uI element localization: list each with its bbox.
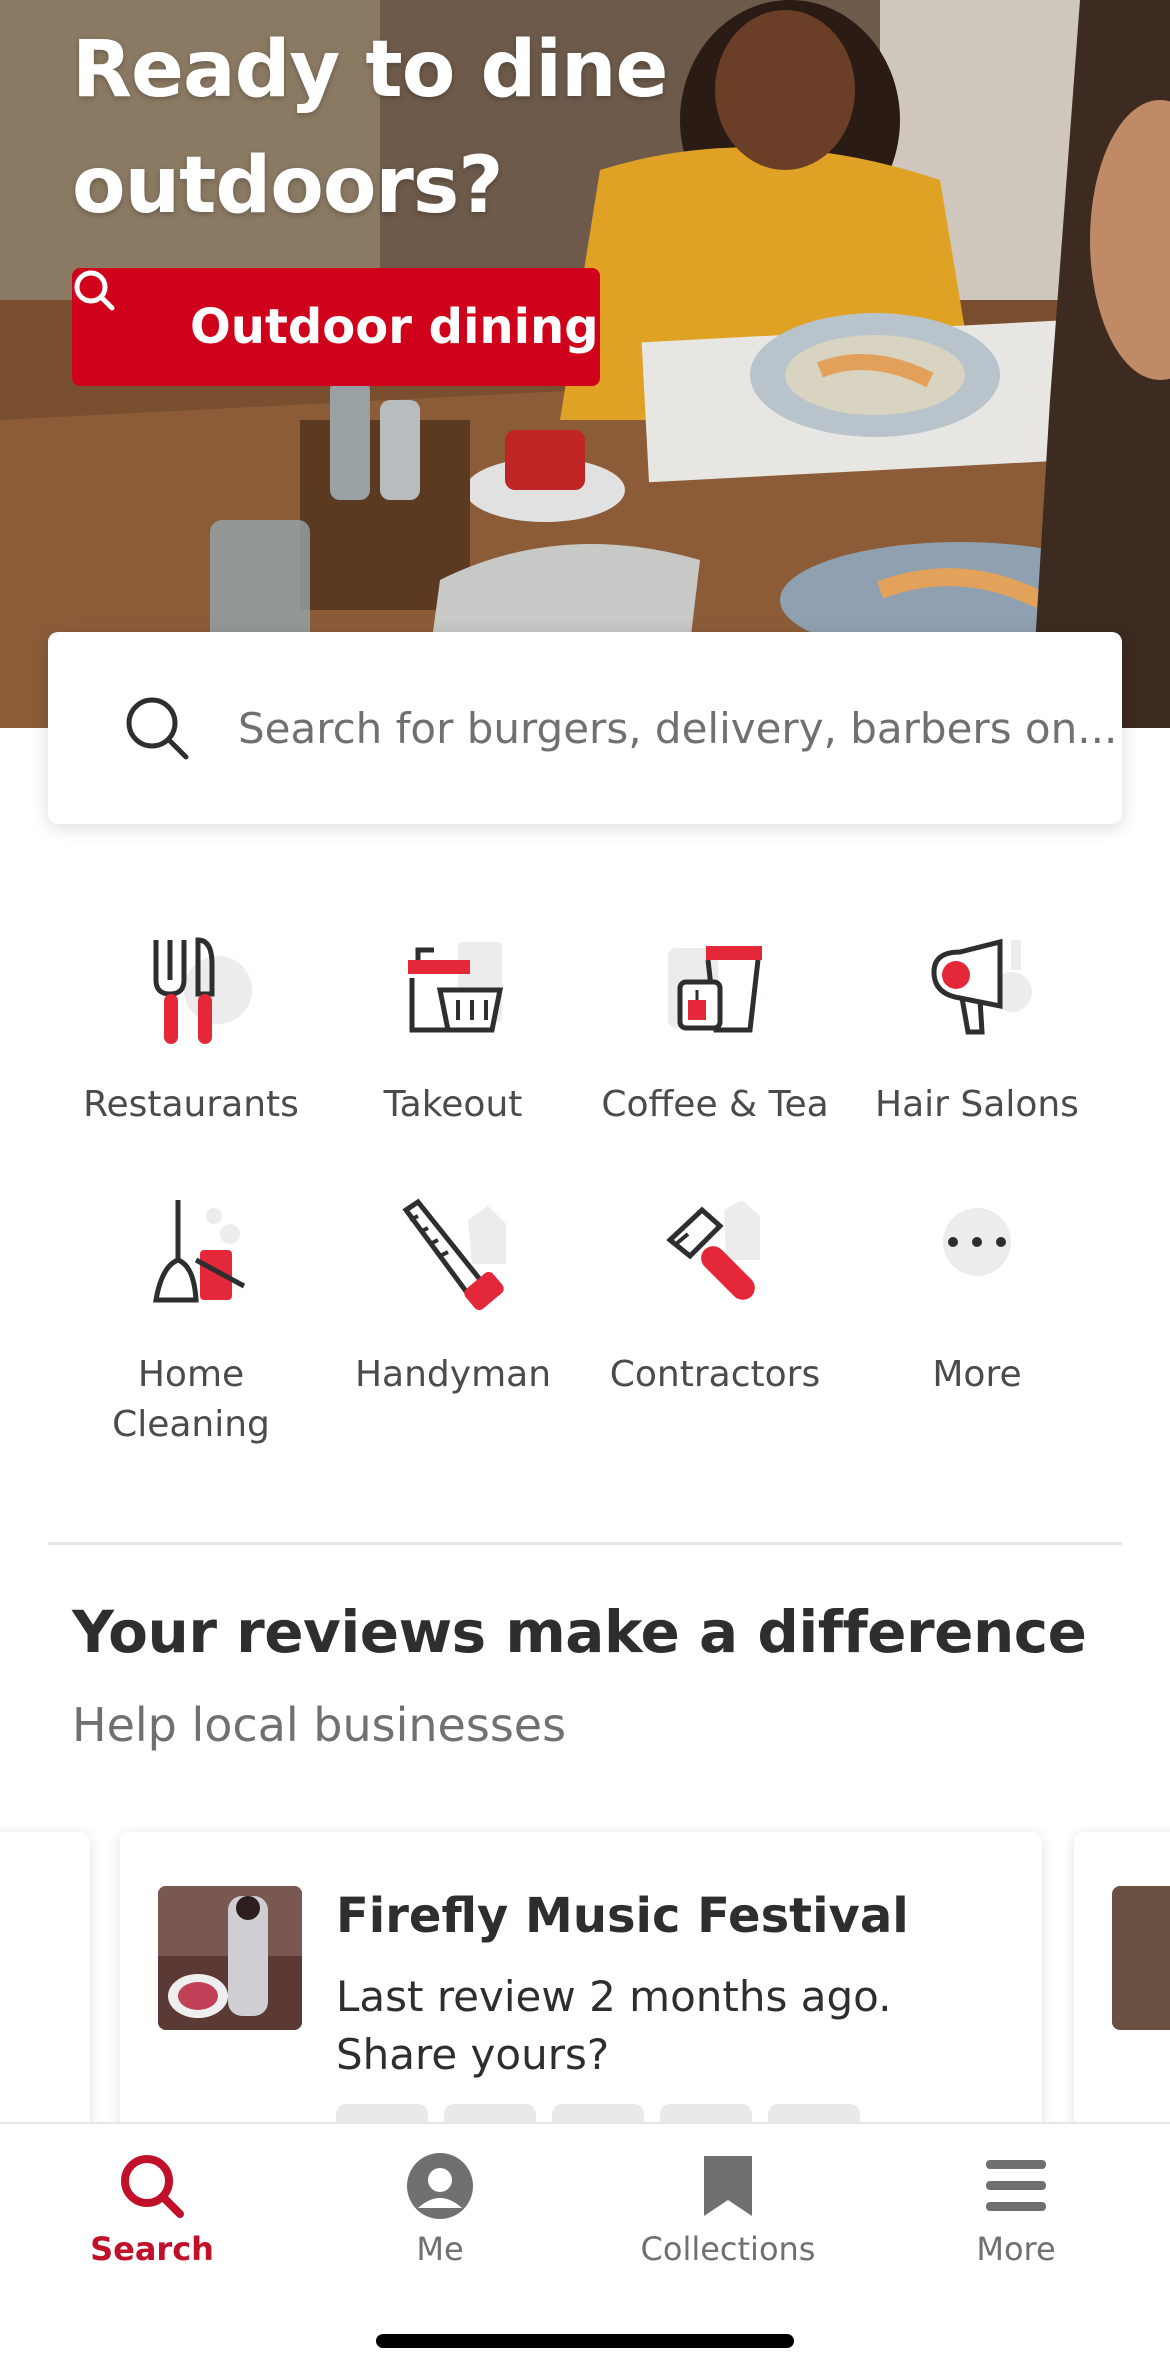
category-hair-salons[interactable]: Hair Salons	[846, 920, 1108, 1130]
outdoor-dining-button[interactable]: Outdoor dining	[72, 268, 600, 386]
search-icon	[121, 2155, 184, 2218]
category-label: Contractors	[609, 1354, 821, 1395]
category-takeout[interactable]: Takeout	[322, 920, 584, 1130]
business-thumbnail	[158, 1886, 302, 2030]
reviews-subtitle: Help local businesses	[72, 1698, 567, 1752]
saw-icon	[402, 1198, 506, 1311]
more-dots-icon	[943, 1208, 1011, 1276]
nav-label: More	[976, 2230, 1056, 2268]
category-label: Home Cleaning	[112, 1354, 270, 1445]
nav-more[interactable]: More	[906, 2150, 1126, 2268]
search-icon	[122, 693, 192, 763]
nav-label: Me	[416, 2230, 464, 2268]
review-card[interactable]: Firefly Music Festival Last review 2 mon…	[120, 1832, 1042, 2144]
review-card-previous[interactable]	[0, 1832, 90, 2132]
review-card-next[interactable]	[1074, 1832, 1170, 2132]
broom-icon	[153, 1200, 246, 1303]
nav-label: Search	[90, 2230, 214, 2268]
takeout-bag-icon	[408, 942, 504, 1033]
category-home-cleaning[interactable]: Home Cleaning	[60, 1190, 322, 1450]
category-coffee-tea[interactable]: Coffee & Tea	[584, 920, 846, 1130]
category-more[interactable]: More	[846, 1190, 1108, 1400]
hero-banner[interactable]: Ready to dine outdoors? Outdoor dining	[0, 0, 1170, 728]
business-thumbnail	[1112, 1886, 1170, 2030]
home-indicator	[376, 2334, 794, 2348]
category-label: Restaurants	[83, 1084, 299, 1125]
category-label: Hair Salons	[875, 1084, 1079, 1125]
nav-me[interactable]: Me	[330, 2150, 550, 2268]
category-handyman[interactable]: Handyman	[322, 1190, 584, 1400]
search-icon	[74, 270, 166, 349]
category-label: Takeout	[383, 1084, 523, 1125]
hero-title: Ready to dine outdoors?	[72, 25, 668, 231]
search-bar[interactable]: Search for burgers, delivery, barbers on…	[48, 632, 1122, 824]
bookmark-icon	[704, 2156, 752, 2216]
hair-dryer-icon	[931, 938, 1032, 1035]
search-placeholder: Search for burgers, delivery, barbers on…	[238, 703, 1118, 753]
fork-knife-icon	[153, 937, 252, 1044]
hammer-icon	[666, 1200, 760, 1300]
category-contractors[interactable]: Contractors	[584, 1190, 846, 1400]
business-name[interactable]: Firefly Music Festival	[336, 1888, 909, 1944]
category-label: Handyman	[354, 1354, 552, 1395]
nav-label: Collections	[640, 2230, 816, 2268]
outdoor-dining-label: Outdoor dining	[190, 299, 599, 355]
category-restaurants[interactable]: Restaurants	[60, 920, 322, 1130]
section-divider	[48, 1542, 1122, 1545]
review-prompt: Last review 2 months ago. Share yours?	[336, 1972, 892, 2079]
menu-icon	[986, 2160, 1046, 2211]
nav-search[interactable]: Search	[42, 2150, 262, 2268]
nav-collections[interactable]: Collections	[618, 2150, 838, 2268]
category-label: Coffee & Tea	[601, 1084, 829, 1125]
category-label: More	[932, 1354, 1022, 1395]
reviews-title: Your reviews make a difference	[72, 1598, 1087, 1666]
profile-icon	[407, 2153, 473, 2219]
coffee-cup-icon	[668, 946, 762, 1033]
